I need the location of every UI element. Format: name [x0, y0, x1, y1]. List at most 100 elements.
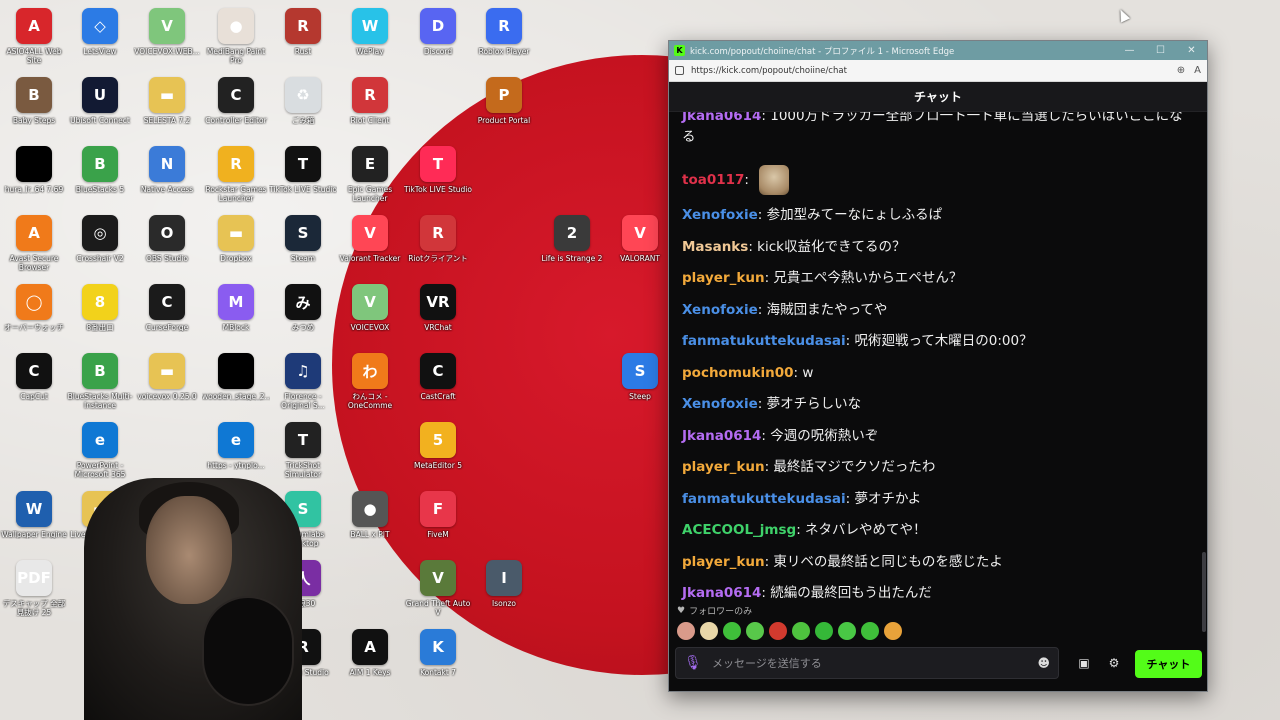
- app-shortcut-icon[interactable]: M: [218, 284, 254, 320]
- address-url[interactable]: https://kick.com/popout/choiine/chat: [691, 66, 1168, 76]
- desktop-icon[interactable]: ◯ オーバーウォッチ: [0, 284, 68, 350]
- desktop-icon[interactable]: C CastCraft: [404, 353, 472, 419]
- desktop-icon[interactable]: V Valorant Tracker: [336, 215, 404, 281]
- app-shortcut-icon[interactable]: わ: [352, 353, 388, 389]
- desktop-icon[interactable]: O OBS Studio: [133, 215, 201, 281]
- desktop-icon[interactable]: R Rust: [269, 8, 337, 74]
- desktop-icon[interactable]: B Baby Steps: [0, 77, 68, 143]
- chat-message[interactable]: pochomukin00: w: [682, 363, 1189, 384]
- chat-message[interactable]: fanmatukuttekudasai: 呪術廻戦って木曜日の0:00？: [682, 331, 1189, 352]
- chat-username[interactable]: Xenofoxie: [682, 396, 758, 412]
- chat-message[interactable]: Xenofoxie: 参加型みてーなにょしふるぱ: [682, 205, 1189, 226]
- app-shortcut-icon[interactable]: [218, 353, 254, 389]
- app-shortcut-icon[interactable]: U: [82, 77, 118, 113]
- chat-username[interactable]: player_kun: [682, 459, 765, 475]
- desktop-icon[interactable]: V VOICEVOX.WEB...: [133, 8, 201, 74]
- desktop-icon[interactable]: C CurseForge: [133, 284, 201, 350]
- emote-recent-icon[interactable]: [861, 622, 879, 640]
- desktop-icon[interactable]: 2 Life is Strange 2: [538, 215, 606, 281]
- chat-username[interactable]: fanmatukuttekudasai: [682, 491, 846, 507]
- app-shortcut-icon[interactable]: B: [82, 146, 118, 182]
- emote-recent-icon[interactable]: [677, 622, 695, 640]
- chat-message[interactable]: Jkana0614: 続編の最終回もう出たんだ: [682, 583, 1189, 604]
- chat-username[interactable]: Xenofoxie: [682, 302, 758, 318]
- desktop-icon[interactable]: R Riotクライアント: [404, 215, 472, 281]
- app-shortcut-icon[interactable]: P: [486, 77, 522, 113]
- app-shortcut-icon[interactable]: V: [149, 8, 185, 44]
- app-shortcut-icon[interactable]: R: [420, 215, 456, 251]
- app-shortcut-icon[interactable]: 2: [554, 215, 590, 251]
- desktop-icon[interactable]: C CapCut: [0, 353, 68, 419]
- desktop-icon[interactable]: ♫ Florence - Original S...: [269, 353, 337, 419]
- desktop-icon[interactable]: ◇ LetsView: [66, 8, 134, 74]
- emote-recent-icon[interactable]: [884, 622, 902, 640]
- chat-message[interactable]: Xenofoxie: 海賊団またやってや: [682, 300, 1189, 321]
- desktop-icon[interactable]: ▬ Dropbox: [202, 215, 270, 281]
- desktop-icon[interactable]: B BlueStacks 5: [66, 146, 134, 212]
- desktop-icon[interactable]: hura_lr_64 7.69: [0, 146, 68, 212]
- chat-username[interactable]: toa0117: [682, 172, 744, 188]
- desktop-icon[interactable]: A AIM 1 Keys: [336, 629, 404, 695]
- desktop-icon[interactable]: B BlueStacks Multi-Instance: [66, 353, 134, 419]
- app-shortcut-icon[interactable]: V: [420, 560, 456, 596]
- desktop-icon[interactable]: T TikTok LIVE Studio: [269, 146, 337, 212]
- desktop-icon[interactable]: ▬ SELESTA 7.2: [133, 77, 201, 143]
- microphone-icon[interactable]: 🎙: [684, 655, 702, 671]
- app-shortcut-icon[interactable]: C: [218, 77, 254, 113]
- emote-recent-icon[interactable]: [815, 622, 833, 640]
- desktop-icon[interactable]: e PowerPoint - Microsoft 365: [66, 422, 134, 488]
- window-titlebar[interactable]: K kick.com/popout/choiine/chat - プロファイル …: [669, 41, 1207, 60]
- desktop-icon[interactable]: みみつめ: [269, 284, 337, 350]
- chat-message[interactable]: Jkana0614: 1000万ドラッカー全部プロ一ト一ト車に当選したらいはいこ…: [682, 112, 1189, 148]
- desktop-icon[interactable]: T TrickShot Simulator: [269, 422, 337, 488]
- app-shortcut-icon[interactable]: C: [420, 353, 456, 389]
- desktop-icon[interactable]: V VOICEVOX: [336, 284, 404, 350]
- desktop-icon[interactable]: ▬ voicevox 0.25.0: [133, 353, 201, 419]
- desktop-icon[interactable]: ◎ Crosshair V2: [66, 215, 134, 281]
- desktop-icon[interactable]: F FiveM: [404, 491, 472, 557]
- read-aloud-icon[interactable]: A: [1194, 65, 1201, 76]
- app-shortcut-icon[interactable]: A: [16, 215, 52, 251]
- desktop-icon[interactable]: VR VRChat: [404, 284, 472, 350]
- app-shortcut-icon[interactable]: B: [82, 353, 118, 389]
- chat-message-input[interactable]: [712, 656, 1038, 670]
- chat-username[interactable]: player_kun: [682, 270, 765, 286]
- address-bar[interactable]: https://kick.com/popout/choiine/chat ⊕ A: [669, 60, 1207, 82]
- scrollbar-thumb[interactable]: [1202, 552, 1206, 632]
- emote-quickbar[interactable]: [677, 622, 902, 640]
- app-shortcut-icon[interactable]: ◎: [82, 215, 118, 251]
- app-shortcut-icon[interactable]: I: [486, 560, 522, 596]
- desktop-icon[interactable]: R Rockstar Games Launcher: [202, 146, 270, 212]
- desktop-icon[interactable]: N Native Access: [133, 146, 201, 212]
- emote-recent-icon[interactable]: [792, 622, 810, 640]
- app-shortcut-icon[interactable]: W: [16, 491, 52, 527]
- desktop-icon[interactable]: C Controller Editor: [202, 77, 270, 143]
- app-shortcut-icon[interactable]: VR: [420, 284, 456, 320]
- app-shortcut-icon[interactable]: D: [420, 8, 456, 44]
- gift-icon[interactable]: ▣: [1075, 654, 1093, 672]
- app-shortcut-icon[interactable]: 8: [82, 284, 118, 320]
- chat-message[interactable]: ACECOOL_jmsg: ネタバレやめてや！: [682, 520, 1189, 541]
- app-shortcut-icon[interactable]: ◇: [82, 8, 118, 44]
- chat-message[interactable]: player_kun: 東リベの最終話と同じものを感じたよ: [682, 552, 1189, 573]
- app-shortcut-icon[interactable]: A: [16, 8, 52, 44]
- send-chat-button[interactable]: チャット: [1135, 650, 1202, 678]
- app-shortcut-icon[interactable]: A: [352, 629, 388, 665]
- desktop-icon[interactable]: V VALORANT: [606, 215, 674, 281]
- app-shortcut-icon[interactable]: ♻: [285, 77, 321, 113]
- app-shortcut-icon[interactable]: V: [622, 215, 658, 251]
- app-shortcut-icon[interactable]: C: [16, 353, 52, 389]
- chat-input-box[interactable]: 🎙 ☻: [675, 647, 1059, 679]
- desktop-icon[interactable]: D Discord: [404, 8, 472, 74]
- chat-message[interactable]: fanmatukuttekudasai: 夢オチかよ: [682, 489, 1189, 510]
- chat-message[interactable]: player_kun: 兄貴エペ今熱いからエペせん？: [682, 268, 1189, 289]
- desktop-icon[interactable]: S Steam: [269, 215, 337, 281]
- app-shortcut-icon[interactable]: ♫: [285, 353, 321, 389]
- app-shortcut-icon[interactable]: O: [149, 215, 185, 251]
- chat-username[interactable]: ACECOOL_jmsg: [682, 522, 796, 538]
- chat-username[interactable]: Jkana0614: [682, 585, 761, 601]
- desktop-icon[interactable]: 5 MetaEditor 5: [404, 422, 472, 488]
- app-shortcut-icon[interactable]: W: [352, 8, 388, 44]
- desktop-icon[interactable]: わわんコメ - OneComme: [336, 353, 404, 419]
- chat-username[interactable]: pochomukin00: [682, 365, 794, 381]
